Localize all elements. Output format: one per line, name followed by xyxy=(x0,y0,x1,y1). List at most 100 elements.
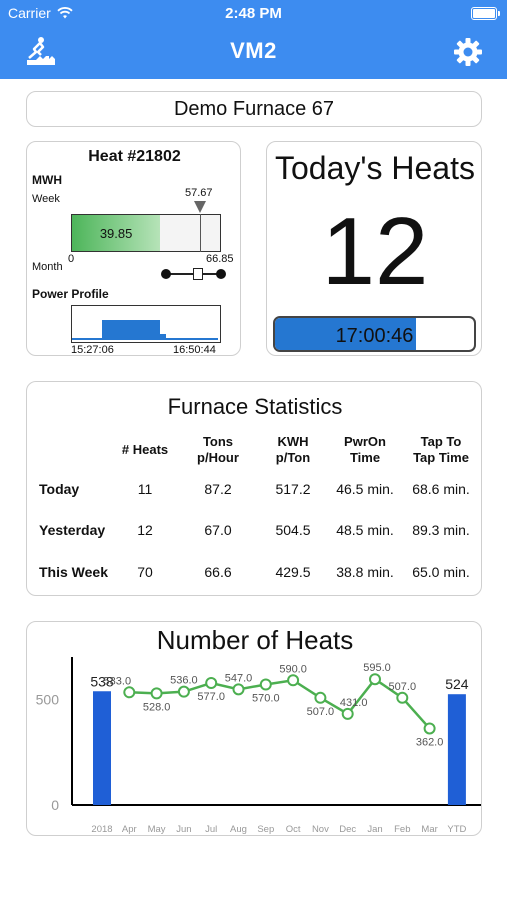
power-end-time: 16:50:44 xyxy=(173,344,216,356)
elapsed-time: 17:00:46 xyxy=(335,325,414,347)
cell-tons: 67.0 xyxy=(204,522,232,539)
todays-heats-title: Today's Heats xyxy=(275,150,475,186)
x-tick-label: Apr xyxy=(122,824,137,835)
cell-heats: 11 xyxy=(137,480,153,497)
elapsed-time-bar: 17:00:46 xyxy=(273,316,476,352)
mwh-current-value: 39.85 xyxy=(99,226,133,241)
range-slider-start[interactable] xyxy=(161,269,171,279)
point-value-label: 547.0 xyxy=(225,672,253,684)
table-row: Today 11 87.2 517.2 46.5 min. 68.6 min. xyxy=(33,468,479,510)
row-label: This Week xyxy=(39,563,108,580)
line-point xyxy=(177,685,190,698)
mwh-bar: 39.85 xyxy=(71,201,221,252)
x-tick-label: 2018 xyxy=(91,824,112,835)
x-tick-label: Dec xyxy=(339,824,356,835)
stats-header-tap-text: Tap To Tap Time xyxy=(413,434,469,465)
x-tick-label: Oct xyxy=(286,824,301,835)
stats-header-blank xyxy=(33,432,113,468)
point-value-label: 507.0 xyxy=(307,706,335,718)
furnace-selector[interactable]: Demo Furnace 67 xyxy=(26,91,482,127)
nav-bar: Carrier 2:48 PM VM2 xyxy=(0,0,507,79)
row-label: Yesterday xyxy=(39,522,106,539)
x-tick-label: Sep xyxy=(257,824,274,835)
line-point xyxy=(205,677,218,690)
line-point xyxy=(259,678,272,691)
stats-header-heats: # Heats xyxy=(121,442,169,457)
week-label: Week xyxy=(32,193,60,205)
stats-header-pwron-text: PwrOn Time xyxy=(344,434,386,465)
row-label: Today xyxy=(39,480,80,497)
cell-pwron: 46.5 min. xyxy=(336,480,394,497)
stats-header-pwron: PwrOn Time xyxy=(327,432,403,468)
cell-tons: 87.2 xyxy=(204,480,232,497)
mwh-label: MWH xyxy=(32,173,62,187)
stats-header-row: # Heats Tons p/Hour KWH p/Ton PwrOn Time Ta… xyxy=(33,432,479,468)
power-start-time: 15:27:06 xyxy=(71,344,114,356)
point-value-label: 507.0 xyxy=(389,681,417,693)
y-tick-label: 0 xyxy=(51,797,59,813)
line-point xyxy=(287,674,300,687)
todays-heats-card[interactable]: Today's Heats 12 17:00:46 xyxy=(266,141,482,356)
x-tick-label: Jan xyxy=(367,824,382,835)
power-profile-chart xyxy=(71,305,221,343)
power-profile-label: Power Profile xyxy=(32,287,109,301)
todays-heats-count: 12 xyxy=(321,198,429,305)
number-of-heats-card: Number of Heats 0 500 2018 Apr May Jun Jul Aug S… xyxy=(26,621,482,836)
line-point xyxy=(341,707,354,720)
stats-header-tons: Tons p/Hour xyxy=(177,432,259,468)
table-row: This Week 70 66.6 429.5 38.8 min. 65.0 m… xyxy=(33,551,479,593)
heat-title: Heat #21802 xyxy=(88,148,181,165)
stats-title: Furnace Statistics xyxy=(167,394,343,419)
line-point xyxy=(150,687,163,700)
point-value-label: 431.0 xyxy=(340,697,368,709)
point-value-label: 570.0 xyxy=(252,692,280,704)
x-tick-label: Jun xyxy=(176,824,191,835)
line-point xyxy=(396,691,409,704)
week-marker xyxy=(199,214,201,252)
nav-title: VM2 xyxy=(230,38,277,63)
y-tick-label: 500 xyxy=(36,691,60,707)
x-tick-label: Aug xyxy=(230,824,247,835)
point-value-label: 536.0 xyxy=(170,675,198,687)
heat-card[interactable]: Heat #21802 MWH Week 57.67 39.85 0 66.85… xyxy=(26,141,241,356)
cell-kwh: 429.5 xyxy=(275,563,311,580)
x-tick-label: Jul xyxy=(205,824,217,835)
table-row: Yesterday 12 67.0 504.5 48.5 min. 89.3 m… xyxy=(33,510,479,552)
line-point xyxy=(123,686,136,699)
mwh-min-label: 0 xyxy=(68,253,75,265)
x-tick-label: May xyxy=(148,824,166,835)
status-time: 2:48 PM xyxy=(225,5,282,22)
cell-tons: 66.6 xyxy=(204,563,232,580)
stats-header-tons-text: Tons p/Hour xyxy=(197,434,239,465)
gear-icon[interactable] xyxy=(453,37,483,67)
point-value-label: 362.0 xyxy=(416,736,444,748)
cell-heats: 12 xyxy=(137,522,153,539)
cell-kwh: 517.2 xyxy=(275,480,311,497)
stats-table: # Heats Tons p/Hour KWH p/Ton PwrOn Time Ta… xyxy=(33,432,479,593)
cell-tap: 89.3 min. xyxy=(412,522,470,539)
point-value-label: 528.0 xyxy=(143,701,171,713)
furnace-statistics-card: Furnace Statistics # Heats Tons p/Hour KW… xyxy=(26,381,482,596)
week-value: 57.67 xyxy=(185,187,213,199)
cell-heats: 70 xyxy=(137,563,153,580)
x-tick-label: Feb xyxy=(394,824,410,835)
week-marker-arrow-icon xyxy=(193,201,206,213)
mwh-max-label: 66.85 xyxy=(206,253,234,265)
range-slider-thumb[interactable] xyxy=(193,268,203,280)
line-point xyxy=(369,673,381,686)
point-value-label: 595.0 xyxy=(363,662,391,674)
x-tick-label: Mar xyxy=(421,824,437,835)
bar-value-label: 524 xyxy=(445,676,469,692)
stats-header-kwh-text: KWH p/Ton xyxy=(275,434,311,465)
furnace-name: Demo Furnace 67 xyxy=(173,98,335,120)
range-slider-end[interactable] xyxy=(216,269,226,279)
point-value-label: 590.0 xyxy=(279,663,307,675)
x-tick-label: YTD xyxy=(447,824,466,835)
stats-header-kwh: KWH p/Ton xyxy=(259,432,327,468)
cell-pwron: 38.8 min. xyxy=(336,563,394,580)
bar xyxy=(447,694,466,805)
bar xyxy=(93,691,111,805)
heats-chart: 0 500 2018 Apr May Jun Jul Aug Sep Oct Nov Dec Jan Fe… xyxy=(36,657,481,835)
cell-tap: 68.6 min. xyxy=(412,480,470,497)
stats-header-tap: Tap To Tap Time xyxy=(403,432,479,468)
